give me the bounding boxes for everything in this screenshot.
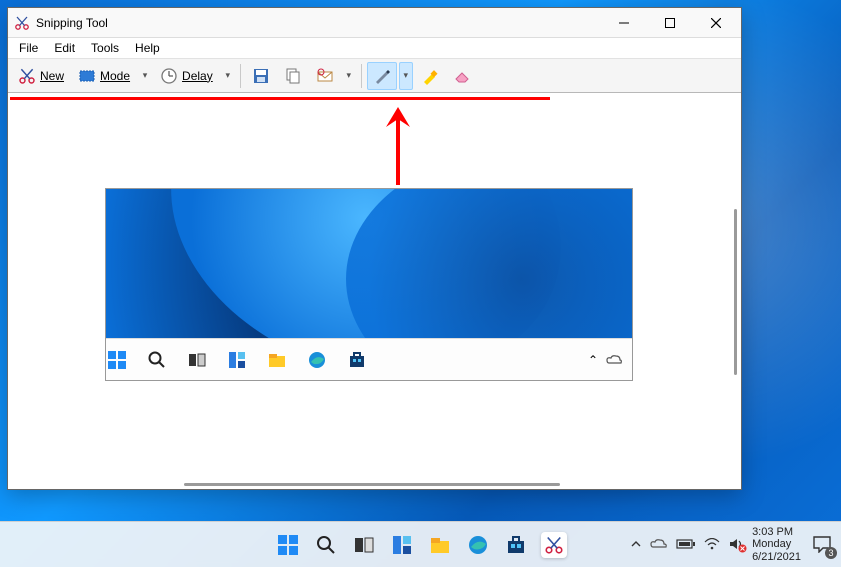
explorer-icon	[266, 349, 288, 371]
system-tray: 3:03 PM Monday 6/21/2021 3	[630, 526, 841, 564]
horizontal-scrollbar[interactable]	[184, 483, 560, 486]
toolbar: New Mode ▾ Delay ▾	[8, 59, 741, 93]
mode-button[interactable]: Mode	[72, 62, 136, 90]
chevron-up-icon[interactable]	[630, 538, 642, 550]
store-icon	[346, 349, 368, 371]
explorer-icon[interactable]	[427, 532, 453, 558]
snip-taskbar-center	[106, 349, 368, 371]
close-button[interactable]	[693, 8, 739, 38]
eraser-icon	[453, 67, 471, 85]
start-icon	[106, 349, 128, 371]
snip-wallpaper	[106, 189, 632, 338]
mode-label: Mode	[100, 69, 130, 83]
widgets-icon	[226, 349, 248, 371]
wifi-icon[interactable]	[704, 538, 720, 550]
delay-label: Delay	[182, 69, 213, 83]
chevron-up-icon: ⌃	[588, 353, 598, 367]
menu-tools[interactable]: Tools	[84, 39, 126, 57]
captured-snip: ⌃	[105, 188, 633, 381]
start-icon[interactable]	[275, 532, 301, 558]
titlebar: Snipping Tool	[8, 8, 741, 38]
highlighter-button[interactable]	[415, 62, 445, 90]
delay-dropdown[interactable]: ▾	[221, 62, 235, 90]
taskbar-center	[275, 532, 567, 558]
maximize-button[interactable]	[647, 8, 693, 38]
pen-icon	[373, 67, 391, 85]
clock-date: 6/21/2021	[752, 551, 801, 564]
menubar: File Edit Tools Help	[8, 38, 741, 59]
copy-icon	[284, 67, 302, 85]
chevron-down-icon: ▾	[225, 70, 230, 81]
chevron-down-icon: ▾	[143, 70, 148, 81]
notification-count: 3	[825, 547, 837, 559]
taskview-icon[interactable]	[351, 532, 377, 558]
menu-edit[interactable]: Edit	[47, 39, 82, 57]
edge-icon	[306, 349, 328, 371]
mail-icon	[316, 67, 334, 85]
save-button[interactable]	[246, 62, 276, 90]
highlighter-icon	[421, 67, 439, 85]
widgets-icon[interactable]	[389, 532, 415, 558]
clock-time: 3:03 PM	[752, 526, 801, 539]
store-icon[interactable]	[503, 532, 529, 558]
toolbar-divider	[361, 64, 362, 88]
copy-button[interactable]	[278, 62, 308, 90]
minimize-button[interactable]	[601, 8, 647, 38]
mode-dropdown[interactable]: ▾	[138, 62, 152, 90]
taskbar-clock[interactable]: 3:03 PM Monday 6/21/2021	[752, 526, 801, 564]
chevron-down-icon: ▾	[346, 70, 351, 81]
snip-canvas[interactable]: ⌃	[8, 93, 741, 489]
onedrive-icon[interactable]	[650, 538, 668, 550]
notification-center-icon[interactable]: 3	[809, 531, 835, 557]
scissors-icon	[14, 15, 30, 31]
search-icon[interactable]	[313, 532, 339, 558]
edge-icon[interactable]	[465, 532, 491, 558]
new-label: New	[40, 69, 64, 83]
toolbar-divider	[240, 64, 241, 88]
snip-taskbar: ⌃	[106, 338, 632, 380]
clock-icon	[160, 67, 178, 85]
new-button[interactable]: New	[12, 62, 70, 90]
eraser-button[interactable]	[447, 62, 477, 90]
pen-dropdown[interactable]: ▾	[399, 62, 413, 90]
rectangle-select-icon	[78, 67, 96, 85]
menu-help[interactable]: Help	[128, 39, 167, 57]
battery-icon[interactable]	[676, 538, 696, 550]
scissors-icon	[18, 67, 36, 85]
chevron-down-icon: ▾	[403, 70, 408, 81]
vertical-scrollbar[interactable]	[734, 209, 737, 375]
window-title: Snipping Tool	[36, 16, 601, 30]
snippingtool-app-icon[interactable]	[541, 532, 567, 558]
annotation-red-arrow	[378, 105, 418, 190]
send-dropdown[interactable]: ▾	[342, 62, 356, 90]
annotation-red-line	[10, 97, 550, 100]
windows-taskbar: 3:03 PM Monday 6/21/2021 3	[0, 521, 841, 567]
search-icon	[146, 349, 168, 371]
floppy-icon	[252, 67, 270, 85]
send-button[interactable]	[310, 62, 340, 90]
pen-button[interactable]	[367, 62, 397, 90]
snipping-tool-window: Snipping Tool File Edit Tools Help New M…	[7, 7, 742, 490]
clock-day: Monday	[752, 538, 801, 551]
onedrive-icon	[606, 354, 622, 366]
delay-button[interactable]: Delay	[154, 62, 219, 90]
menu-file[interactable]: File	[12, 39, 45, 57]
taskview-icon	[186, 349, 208, 371]
snip-taskbar-tray: ⌃	[588, 353, 632, 367]
volume-icon[interactable]	[728, 537, 744, 551]
